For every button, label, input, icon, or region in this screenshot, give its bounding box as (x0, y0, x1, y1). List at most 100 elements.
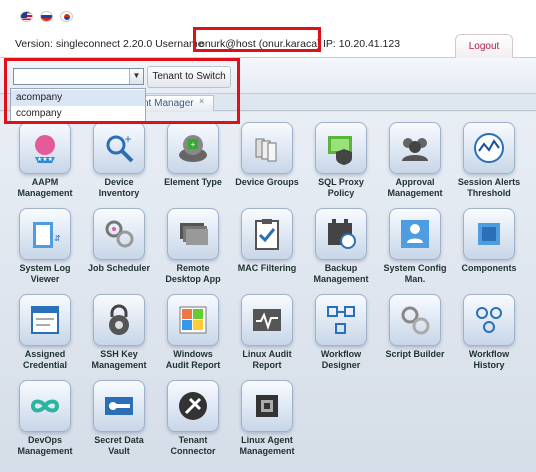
app-tile-label[interactable]: Remote Desktop App (156, 263, 230, 285)
app-label-line: Components (461, 263, 517, 273)
app-label-line: Connector (170, 446, 216, 456)
app-tile-icon[interactable] (315, 208, 367, 260)
app-tile-icon[interactable] (167, 294, 219, 346)
app-label-line: Management (17, 446, 73, 456)
app-label-line: Management (313, 274, 369, 284)
app-label-line: Windows (173, 349, 213, 359)
app-label-line: Job Scheduler (87, 263, 150, 273)
logout-button[interactable]: Logout (455, 34, 513, 58)
app-tile-icon[interactable] (241, 208, 293, 260)
app-tile-icon[interactable] (241, 122, 293, 174)
app-tile-icon[interactable] (389, 294, 441, 346)
app-label-line: MAC Filtering (237, 263, 297, 273)
app-label-line: Inventory (98, 188, 140, 198)
app-tile-label[interactable]: Job Scheduler (82, 263, 156, 274)
app-tile-label[interactable]: Assigned Credential (8, 349, 82, 371)
app-tile-icon[interactable]: + (93, 122, 145, 174)
app-tile-label[interactable]: Windows Audit Report (156, 349, 230, 371)
ip-text: IP: 10.20.41.123 (323, 38, 401, 50)
app-tile-icon[interactable] (389, 208, 441, 260)
app-label-line: System Log (19, 263, 71, 273)
app-tile-label[interactable]: Workflow Designer (304, 349, 378, 371)
app-tile-label[interactable]: SSH Key Management (82, 349, 156, 371)
app-tile-label[interactable]: Session Alerts Threshold (452, 177, 526, 199)
app-label-line: Session Alerts (457, 177, 521, 187)
app-label-line: Policy (327, 188, 355, 198)
app-tile-icon[interactable] (93, 380, 145, 432)
app-label-line: History (473, 360, 505, 370)
app-label-line: Workflow (320, 349, 362, 359)
app-tile-label[interactable]: System Config Man. (378, 263, 452, 285)
app-tile-label[interactable]: DevOps Management (8, 435, 82, 457)
app-tile-label[interactable]: Backup Management (304, 263, 378, 285)
app-tile-icon[interactable] (463, 294, 515, 346)
svg-text:★★★: ★★★ (37, 156, 53, 163)
app-tile-icon[interactable]: ⇵ (19, 208, 71, 260)
app-label-line: Management (91, 360, 147, 370)
app-tile-icon[interactable] (93, 208, 145, 260)
us-flag-icon[interactable] (20, 11, 33, 22)
app-label-line: SSH Key (100, 349, 138, 359)
app-label-line: Vault (108, 446, 130, 456)
app-label-line: Assigned (24, 349, 66, 359)
app-tile-label[interactable]: Element Type (156, 177, 230, 188)
app-tile-icon[interactable] (19, 380, 71, 432)
app-tile-icon[interactable] (167, 208, 219, 260)
app-tile-icon[interactable]: + (167, 122, 219, 174)
app-tile-icon[interactable] (241, 294, 293, 346)
app-label-line: Script Builder (385, 349, 445, 359)
app-label-line: AAPM (31, 177, 59, 187)
app-tile-label[interactable]: Secret Data Vault (82, 435, 156, 457)
app-label-line: Device Groups (235, 177, 299, 187)
svg-text:+: + (124, 132, 131, 146)
app-label-line: Tenant (178, 435, 208, 445)
app-label-line: Management (387, 188, 443, 198)
app-tile-label[interactable]: Device Inventory (82, 177, 156, 199)
app-label-line: Linux Agent (241, 435, 293, 445)
app-label-line: Credential (22, 360, 67, 370)
app-label-line: Approval (395, 177, 435, 187)
app-tile-icon[interactable] (315, 122, 367, 174)
app-label-line: Man. (404, 274, 426, 284)
app-tile-icon[interactable] (463, 208, 515, 260)
app-tile-label[interactable]: Linux Agent Management (230, 435, 304, 457)
app-label-line: Management (239, 446, 295, 456)
app-label-line: Device (104, 177, 134, 187)
app-tile-label[interactable]: Tenant Connector (156, 435, 230, 457)
app-tile-label[interactable]: Device Groups (230, 177, 304, 188)
app-tile-label[interactable]: Components (452, 263, 526, 274)
app-label-line: DevOps (27, 435, 62, 445)
app-tile-icon[interactable] (93, 294, 145, 346)
app-tile-icon[interactable] (315, 294, 367, 346)
app-label-line: Remote (176, 263, 210, 273)
app-tile-icon[interactable] (389, 122, 441, 174)
app-label-line: Audit Report (165, 360, 221, 370)
username-highlight (193, 27, 321, 52)
russian-flag-icon[interactable] (40, 11, 53, 22)
version-text: Version: singleconnect 2.20.0 Username (15, 38, 204, 50)
app-label-line: System Config (383, 263, 447, 273)
app-tile-icon[interactable] (167, 380, 219, 432)
tenant-dropdown-highlight (4, 58, 240, 124)
app-tile-label[interactable]: MAC Filtering (230, 263, 304, 274)
korean-flag-icon[interactable] (60, 11, 73, 22)
app-label-line: SQL Proxy (318, 177, 364, 187)
app-tile-icon[interactable] (463, 122, 515, 174)
app-tile-label[interactable]: Approval Management (378, 177, 452, 199)
app-tile-icon[interactable]: ★★★ (19, 122, 71, 174)
app-label-line: Threshold (467, 188, 511, 198)
app-tile-label[interactable]: Workflow History (452, 349, 526, 371)
app-tile-label[interactable]: AAPM Management (8, 177, 82, 199)
app-label-line: Designer (321, 360, 361, 370)
app-tile-label[interactable]: Linux Audit Report (230, 349, 304, 371)
app-tile-icon[interactable] (241, 380, 293, 432)
app-tile-icon[interactable] (19, 294, 71, 346)
svg-text:⇵: ⇵ (54, 234, 61, 243)
app-label-line: Workflow (468, 349, 510, 359)
app-label-line: Desktop App (165, 274, 221, 284)
app-tile-label[interactable]: SQL Proxy Policy (304, 177, 378, 199)
app-tile-label[interactable]: Script Builder (378, 349, 452, 360)
app-label-line: Backup (324, 263, 358, 273)
app-label-line: Linux Audit (242, 349, 292, 359)
app-tile-label[interactable]: System Log Viewer (8, 263, 82, 285)
